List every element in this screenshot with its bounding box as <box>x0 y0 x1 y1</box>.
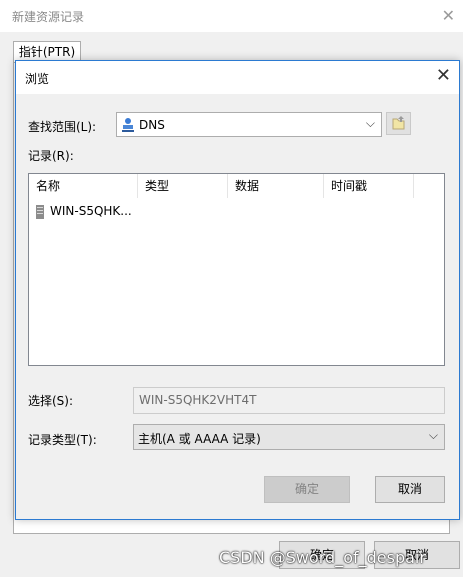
folder-up-icon <box>392 116 405 130</box>
column-header-data[interactable]: 数据 <box>228 174 324 198</box>
cancel-button[interactable]: 取消 <box>375 476 445 503</box>
scope-select[interactable]: DNS ⌵ <box>116 112 382 137</box>
dialog-title-bar: 浏览 ✕ <box>16 61 459 94</box>
outer-close-icon[interactable]: ✕ <box>442 6 455 25</box>
chevron-down-icon: ⌵ <box>365 116 375 130</box>
scope-value: DNS <box>139 118 165 132</box>
column-header-name[interactable]: 名称 <box>29 174 138 198</box>
selection-label: 选择(S): <box>28 394 74 408</box>
chevron-down-icon: ⌵ <box>428 428 438 442</box>
list-item[interactable]: WIN-S5QHK... <box>36 201 132 221</box>
column-header-timestamp[interactable]: 时间戳 <box>324 174 414 198</box>
records-list[interactable]: 名称 类型 数据 时间戳 WIN-S5QHK... <box>28 173 445 366</box>
server-icon <box>36 204 44 219</box>
up-one-level-button[interactable] <box>386 112 411 135</box>
dialog-title: 浏览 <box>25 72 50 86</box>
record-type-label: 记录类型(T): <box>28 433 97 447</box>
ok-button[interactable]: 确定 <box>264 476 350 503</box>
scope-label: 查找范围(L): <box>28 120 97 134</box>
record-type-select[interactable]: 主机(A 或 AAAA 记录) ⌵ <box>133 424 445 450</box>
outer-window-title: 新建资源记录 <box>12 10 85 24</box>
selection-value: WIN-S5QHK2VHT4T <box>139 393 257 407</box>
outer-title-bar: 新建资源记录 ✕ <box>0 0 463 32</box>
records-label: 记录(R): <box>28 149 74 163</box>
list-header: 名称 类型 数据 时间戳 <box>29 174 444 198</box>
column-header-type[interactable]: 类型 <box>138 174 228 198</box>
list-item-name: WIN-S5QHK... <box>50 204 132 218</box>
csdn-watermark: CSDN @Sword_of_despair <box>219 548 426 567</box>
selection-field: WIN-S5QHK2VHT4T <box>133 387 445 414</box>
dns-server-icon <box>122 118 134 132</box>
dialog-close-icon[interactable]: ✕ <box>436 65 451 86</box>
record-type-value: 主机(A 或 AAAA 记录) <box>138 432 261 446</box>
browse-dialog: 浏览 ✕ 查找范围(L): DNS ⌵ 记录(R): 名称 类型 数据 时间戳 <box>15 60 460 520</box>
